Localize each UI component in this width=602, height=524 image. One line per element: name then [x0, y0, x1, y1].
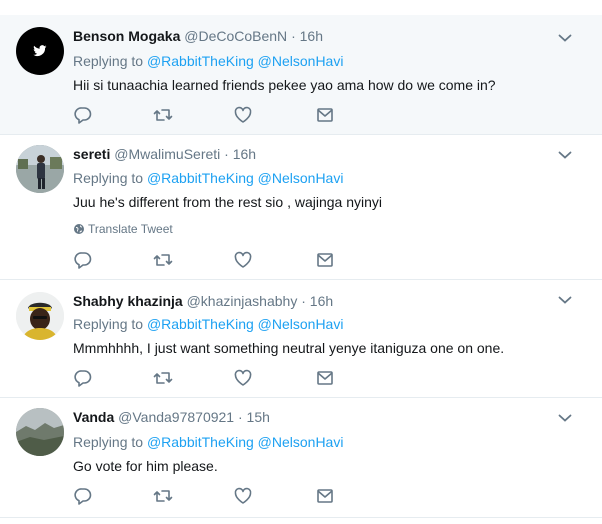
retweet-button[interactable] — [153, 487, 173, 505]
avatar[interactable] — [16, 408, 64, 456]
heart-icon — [234, 106, 252, 123]
tweet-header: Vanda @Vanda97870921 · 15h — [73, 408, 270, 426]
avatar[interactable] — [16, 292, 64, 340]
timestamp[interactable]: 16h — [310, 293, 333, 309]
tweet-feed: Benson Mogaka @DeCoCoBenN · 16h Replying… — [0, 0, 602, 524]
timestamp[interactable]: 16h — [300, 28, 323, 44]
tweet[interactable]: sereti @MwalimuSereti · 16h Replying to … — [0, 135, 602, 280]
reply-button[interactable] — [73, 487, 93, 505]
display-name[interactable]: sereti — [73, 146, 110, 162]
mention-link[interactable]: @NelsonHavi — [258, 316, 344, 332]
translate-label: Translate Tweet — [88, 222, 173, 236]
envelope-icon — [317, 371, 333, 385]
retweet-icon — [153, 490, 173, 502]
separator-dot: · — [291, 28, 296, 44]
retweet-button[interactable] — [153, 251, 173, 269]
chevron-down-icon[interactable] — [558, 413, 572, 423]
tweet-header: Shabhy khazinja @khazinjashabhy · 16h — [73, 292, 333, 310]
heart-icon — [234, 487, 252, 504]
direct-message-button[interactable] — [315, 487, 335, 505]
replying-to-label: Replying to — [73, 434, 144, 450]
envelope-icon — [317, 489, 333, 503]
direct-message-button[interactable] — [315, 106, 335, 124]
mention-link[interactable]: @NelsonHavi — [258, 170, 344, 186]
heart-icon — [234, 369, 252, 386]
replying-to-label: Replying to — [73, 316, 144, 332]
retweet-icon — [153, 372, 173, 384]
reply-icon — [74, 370, 92, 387]
like-button[interactable] — [233, 106, 253, 124]
like-button[interactable] — [233, 487, 253, 505]
user-handle[interactable]: @DeCoCoBenN — [184, 28, 287, 44]
landscape-photo — [16, 408, 64, 456]
separator-dot: · — [224, 146, 229, 162]
like-button[interactable] — [233, 369, 253, 387]
replying-to: Replying to @RabbitTheKing @NelsonHavi — [73, 169, 343, 187]
retweet-icon — [153, 254, 173, 266]
tweet[interactable]: Vanda @Vanda97870921 · 15h Replying to @… — [0, 398, 602, 518]
tweet[interactable]: Shabhy khazinja @khazinjashabhy · 16h Re… — [0, 280, 602, 398]
replying-to-label: Replying to — [73, 53, 144, 69]
person-photo — [16, 292, 64, 340]
avatar[interactable] — [16, 145, 64, 193]
retweet-button[interactable] — [153, 369, 173, 387]
mention-link[interactable]: @NelsonHavi — [258, 434, 344, 450]
display-name[interactable]: Vanda — [73, 409, 114, 425]
translate-tweet-link[interactable]: Translate Tweet — [73, 222, 173, 236]
like-button[interactable] — [233, 251, 253, 269]
mention-link[interactable]: @RabbitTheKing — [147, 434, 254, 450]
direct-message-button[interactable] — [315, 251, 335, 269]
tweet[interactable]: Benson Mogaka @DeCoCoBenN · 16h Replying… — [0, 15, 602, 135]
display-name[interactable]: Shabhy khazinja — [73, 293, 183, 309]
reply-button[interactable] — [73, 251, 93, 269]
mention-link[interactable]: @RabbitTheKing — [147, 170, 254, 186]
mention-link[interactable]: @RabbitTheKing — [147, 316, 254, 332]
envelope-icon — [317, 108, 333, 122]
mention-link[interactable]: @RabbitTheKing — [147, 53, 254, 69]
tweet-text: Juu he's different from the rest sio , w… — [73, 194, 383, 210]
reply-icon — [74, 252, 92, 269]
chevron-down-icon[interactable] — [558, 295, 572, 305]
envelope-icon — [317, 253, 333, 267]
user-handle[interactable]: @khazinjashabhy — [187, 293, 298, 309]
user-handle[interactable]: @MwalimuSereti — [114, 146, 220, 162]
twitter-bird-icon — [33, 45, 47, 57]
replying-to: Replying to @RabbitTheKing @NelsonHavi — [73, 433, 343, 451]
chevron-down-icon[interactable] — [558, 150, 572, 160]
replying-to: Replying to @RabbitTheKing @NelsonHavi — [73, 52, 343, 70]
timestamp[interactable]: 16h — [233, 146, 256, 162]
user-handle[interactable]: @Vanda97870921 — [118, 409, 234, 425]
timestamp[interactable]: 15h — [247, 409, 270, 425]
chevron-down-icon[interactable] — [558, 33, 572, 43]
display-name[interactable]: Benson Mogaka — [73, 28, 180, 44]
retweet-button[interactable] — [153, 106, 173, 124]
retweet-icon — [153, 109, 173, 121]
reply-button[interactable] — [73, 369, 93, 387]
separator-dot: · — [301, 293, 306, 309]
reply-icon — [74, 107, 92, 124]
reply-icon — [74, 488, 92, 505]
replying-to: Replying to @RabbitTheKing @NelsonHavi — [73, 315, 343, 333]
tweet-header: sereti @MwalimuSereti · 16h — [73, 145, 256, 163]
avatar[interactable] — [16, 27, 64, 75]
tweet-text: Hii si tunaachia learned friends pekee y… — [73, 77, 496, 93]
replying-to-label: Replying to — [73, 170, 144, 186]
tweet-header: Benson Mogaka @DeCoCoBenN · 16h — [73, 27, 323, 45]
globe-icon — [74, 224, 84, 234]
direct-message-button[interactable] — [315, 369, 335, 387]
tweet-text: Mmmhhhh, I just want something neutral y… — [73, 340, 505, 356]
heart-icon — [234, 251, 252, 268]
separator-dot: · — [237, 409, 243, 425]
person-photo — [16, 145, 64, 193]
mention-link[interactable]: @NelsonHavi — [258, 53, 344, 69]
reply-button[interactable] — [73, 106, 93, 124]
tweet-text: Go vote for him please. — [73, 458, 218, 474]
